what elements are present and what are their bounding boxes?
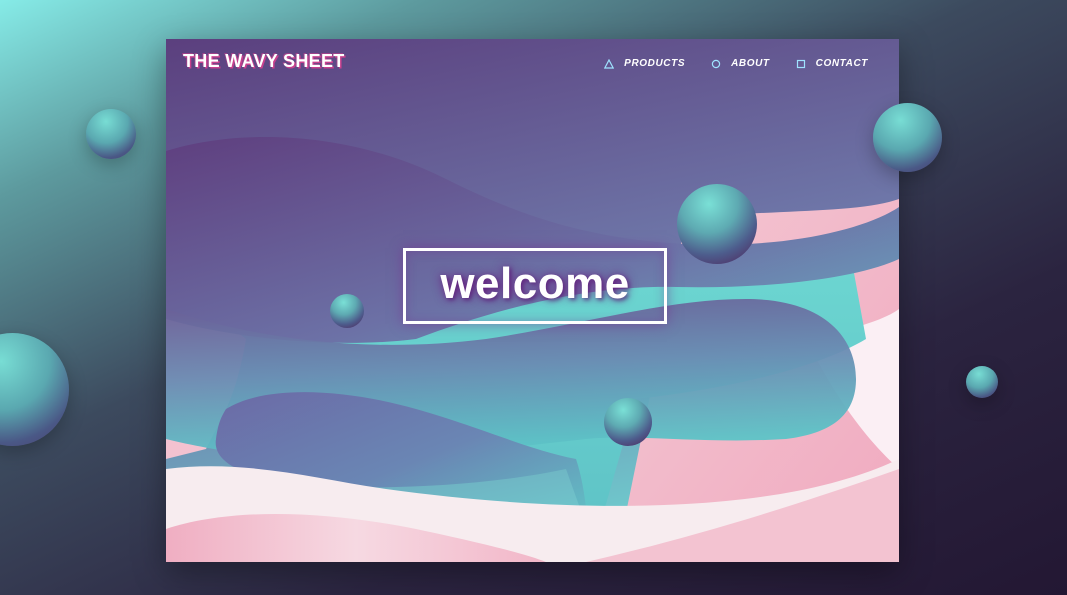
main-nav: PRODUCTS ABOUT CONTACT bbox=[578, 58, 868, 69]
background-orb bbox=[966, 366, 998, 398]
square-icon bbox=[796, 59, 805, 68]
background-orb bbox=[0, 333, 69, 446]
nav-item-contact[interactable]: CONTACT bbox=[796, 58, 868, 69]
nav-item-products[interactable]: PRODUCTS bbox=[604, 58, 685, 69]
nav-label: ABOUT bbox=[731, 58, 770, 69]
nav-label: CONTACT bbox=[815, 58, 868, 69]
background-orb bbox=[86, 109, 136, 159]
circle-icon bbox=[711, 59, 721, 68]
welcome-banner: welcome bbox=[403, 248, 667, 324]
nav-item-about[interactable]: ABOUT bbox=[711, 58, 770, 69]
nav-label: PRODUCTS bbox=[624, 58, 686, 69]
site-header: THE WAVY SHEET PRODUCTS ABOUT CONTACT bbox=[166, 39, 899, 89]
triangle-icon bbox=[604, 58, 615, 69]
website-window: THE WAVY SHEET PRODUCTS ABOUT CONTACT we… bbox=[166, 39, 899, 562]
welcome-heading: welcome bbox=[440, 259, 630, 308]
site-logo[interactable]: THE WAVY SHEET bbox=[183, 51, 345, 72]
background-orb bbox=[873, 103, 942, 172]
